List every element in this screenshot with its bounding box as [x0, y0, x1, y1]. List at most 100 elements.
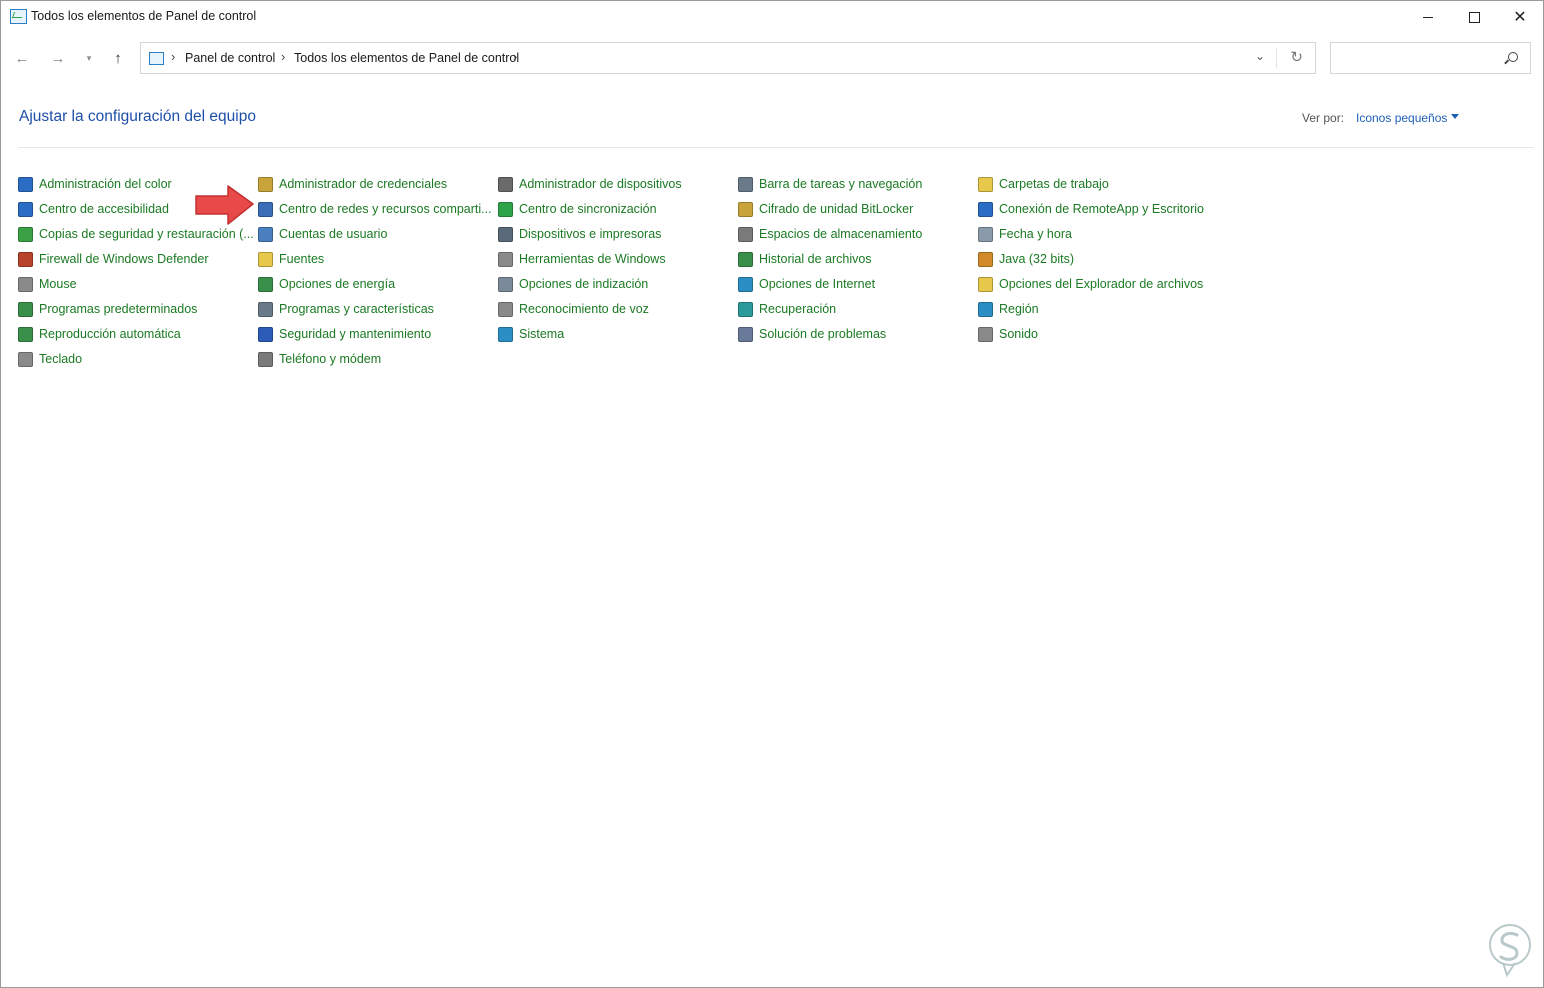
- control-panel-item-label[interactable]: Administrador de dispositivos: [519, 177, 682, 191]
- control-panel-item[interactable]: Solución de problemas: [738, 323, 886, 345]
- control-panel-item-label[interactable]: Programas predeterminados: [39, 302, 197, 316]
- breadcrumb-panel-de-control[interactable]: Panel de control: [185, 51, 275, 65]
- control-panel-item[interactable]: Administrador de credenciales: [258, 173, 447, 195]
- control-panel-item-label[interactable]: Cifrado de unidad BitLocker: [759, 202, 913, 216]
- control-panel-item[interactable]: Sistema: [498, 323, 564, 345]
- control-panel-item[interactable]: Reproducción automática: [18, 323, 181, 345]
- control-panel-item-label[interactable]: Mouse: [39, 277, 77, 291]
- control-panel-item-label[interactable]: Barra de tareas y navegación: [759, 177, 922, 191]
- caret-down-icon[interactable]: [1451, 114, 1459, 119]
- address-bar[interactable]: › Panel de control › Todos los elementos…: [140, 42, 1316, 74]
- control-panel-item[interactable]: Opciones de Internet: [738, 273, 875, 295]
- control-panel-item-label[interactable]: Región: [999, 302, 1039, 316]
- control-panel-item[interactable]: Centro de sincronización: [498, 198, 657, 220]
- control-panel-item-label[interactable]: Fecha y hora: [999, 227, 1072, 241]
- chevron-right-icon[interactable]: ›: [281, 49, 285, 64]
- storage-icon: [738, 226, 753, 242]
- control-panel-item[interactable]: Carpetas de trabajo: [978, 173, 1109, 195]
- control-panel-item-label[interactable]: Herramientas de Windows: [519, 252, 666, 266]
- control-panel-item-label[interactable]: Administración del color: [39, 177, 172, 191]
- control-panel-item-label[interactable]: Cuentas de usuario: [279, 227, 387, 241]
- control-panel-item-label[interactable]: Solución de problemas: [759, 327, 886, 341]
- indexing-icon: [498, 276, 513, 292]
- flag-icon: [258, 326, 273, 342]
- up-button[interactable]: ↑: [107, 47, 129, 69]
- control-panel-item-label[interactable]: Teclado: [39, 352, 82, 366]
- control-panel-item-label[interactable]: Espacios de almacenamiento: [759, 227, 922, 241]
- control-panel-item[interactable]: Teclado: [18, 348, 82, 370]
- view-by-dropdown[interactable]: Iconos pequeños: [1356, 111, 1447, 125]
- control-panel-item-label[interactable]: Centro de sincronización: [519, 202, 657, 216]
- control-panel-item[interactable]: Conexión de RemoteApp y Escritorio: [978, 198, 1204, 220]
- control-panel-item[interactable]: Fecha y hora: [978, 223, 1072, 245]
- control-panel-item-label[interactable]: Recuperación: [759, 302, 836, 316]
- control-panel-item[interactable]: Opciones de energía: [258, 273, 395, 295]
- control-panel-item-label[interactable]: Sonido: [999, 327, 1038, 341]
- breadcrumb-todos-los-elementos[interactable]: Todos los elementos de Panel de control: [294, 51, 519, 65]
- control-panel-item[interactable]: Opciones del Explorador de archivos: [978, 273, 1203, 295]
- minimize-button[interactable]: [1405, 1, 1451, 33]
- control-panel-item[interactable]: Reconocimiento de voz: [498, 298, 649, 320]
- control-panel-item[interactable]: Dispositivos e impresoras: [498, 223, 661, 245]
- control-panel-item[interactable]: Fuentes: [258, 248, 324, 270]
- control-panel-item[interactable]: Programas predeterminados: [18, 298, 197, 320]
- control-panel-item[interactable]: Programas y características: [258, 298, 434, 320]
- control-panel-item-label[interactable]: Reconocimiento de voz: [519, 302, 649, 316]
- maximize-button[interactable]: [1451, 1, 1497, 33]
- search-box[interactable]: [1330, 42, 1531, 74]
- forward-button[interactable]: →: [47, 47, 69, 69]
- control-panel-icon: [149, 52, 164, 65]
- control-panel-item-label[interactable]: Teléfono y módem: [279, 352, 381, 366]
- control-panel-item-label[interactable]: Historial de archivos: [759, 252, 872, 266]
- search-icon[interactable]: [1508, 52, 1518, 62]
- control-panel-item-label[interactable]: Opciones del Explorador de archivos: [999, 277, 1203, 291]
- control-panel-item[interactable]: Mouse: [18, 273, 77, 295]
- recovery-icon: [738, 301, 753, 317]
- sound-icon: [978, 326, 993, 342]
- control-panel-item[interactable]: Historial de archivos: [738, 248, 872, 270]
- control-panel-item-label[interactable]: Copias de seguridad y restauración (...: [39, 227, 254, 241]
- control-panel-item[interactable]: Seguridad y mantenimiento: [258, 323, 431, 345]
- control-panel-item[interactable]: Recuperación: [738, 298, 836, 320]
- control-panel-item[interactable]: Firewall de Windows Defender: [18, 248, 209, 270]
- control-panel-item[interactable]: Java (32 bits): [978, 248, 1074, 270]
- close-button[interactable]: ✕: [1497, 1, 1543, 33]
- control-panel-item[interactable]: Cuentas de usuario: [258, 223, 387, 245]
- control-panel-item-label[interactable]: Programas y características: [279, 302, 434, 316]
- control-panel-item-label[interactable]: Seguridad y mantenimiento: [279, 327, 431, 341]
- back-button[interactable]: ←: [11, 47, 33, 69]
- control-panel-item-label[interactable]: Opciones de Internet: [759, 277, 875, 291]
- control-panel-item[interactable]: Centro de redes y recursos comparti...: [258, 198, 492, 220]
- control-panel-item-label[interactable]: Centro de redes y recursos comparti...: [279, 202, 492, 216]
- control-panel-item[interactable]: Espacios de almacenamiento: [738, 223, 922, 245]
- refresh-icon[interactable]: ↻: [1290, 48, 1303, 66]
- control-panel-item-label[interactable]: Java (32 bits): [999, 252, 1074, 266]
- control-panel-item[interactable]: Barra de tareas y navegación: [738, 173, 922, 195]
- control-panel-item[interactable]: Teléfono y módem: [258, 348, 381, 370]
- control-panel-item[interactable]: Centro de accesibilidad: [18, 198, 169, 220]
- control-panel-item[interactable]: Herramientas de Windows: [498, 248, 666, 270]
- control-panel-item[interactable]: Copias de seguridad y restauración (...: [18, 223, 254, 245]
- control-panel-item-label[interactable]: Dispositivos e impresoras: [519, 227, 661, 241]
- control-panel-item[interactable]: Región: [978, 298, 1039, 320]
- control-panel-item[interactable]: Administración del color: [18, 173, 172, 195]
- search-input[interactable]: [1337, 48, 1501, 70]
- control-panel-item[interactable]: Cifrado de unidad BitLocker: [738, 198, 913, 220]
- control-panel-item[interactable]: Sonido: [978, 323, 1038, 345]
- control-panel-item-label[interactable]: Sistema: [519, 327, 564, 341]
- control-panel-item-label[interactable]: Opciones de energía: [279, 277, 395, 291]
- control-panel-item[interactable]: Administrador de dispositivos: [498, 173, 682, 195]
- control-panel-item-label[interactable]: Reproducción automática: [39, 327, 181, 341]
- control-panel-item-label[interactable]: Fuentes: [279, 252, 324, 266]
- control-panel-item[interactable]: Opciones de indización: [498, 273, 648, 295]
- control-panel-item-label[interactable]: Conexión de RemoteApp y Escritorio: [999, 202, 1204, 216]
- control-panel-item-label[interactable]: Opciones de indización: [519, 277, 648, 291]
- fonts-icon: [258, 251, 273, 267]
- control-panel-item-label[interactable]: Centro de accesibilidad: [39, 202, 169, 216]
- control-panel-item-label[interactable]: Firewall de Windows Defender: [39, 252, 209, 266]
- recent-locations-button[interactable]: ▾: [78, 47, 100, 69]
- address-history-dropdown[interactable]: ⌄: [1255, 49, 1265, 63]
- control-panel-item-label[interactable]: Administrador de credenciales: [279, 177, 447, 191]
- chevron-right-icon[interactable]: ›: [513, 49, 517, 64]
- control-panel-item-label[interactable]: Carpetas de trabajo: [999, 177, 1109, 191]
